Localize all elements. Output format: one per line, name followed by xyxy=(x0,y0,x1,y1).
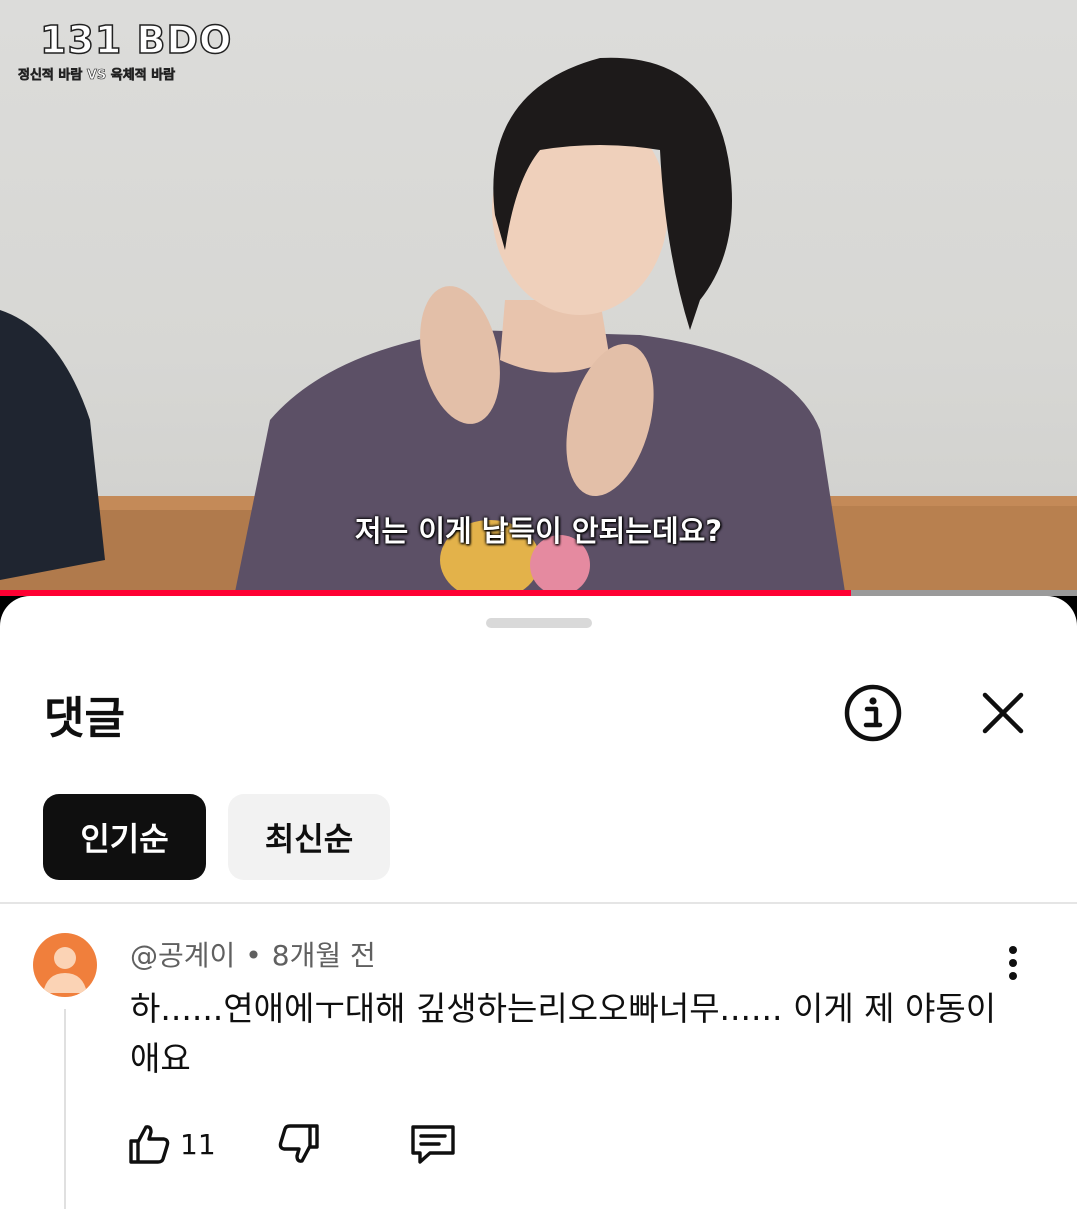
video-frame xyxy=(0,57,1077,592)
more-vertical-icon xyxy=(1009,946,1017,980)
reply-icon xyxy=(411,1125,455,1164)
drag-handle[interactable] xyxy=(486,618,592,628)
watermark-logo: 131 BDO xyxy=(39,18,233,62)
reply-button[interactable] xyxy=(408,1118,458,1170)
like-icon xyxy=(129,1125,170,1164)
info-icon xyxy=(844,684,902,742)
comment-author[interactable]: @공계이 xyxy=(130,939,235,972)
info-button[interactable] xyxy=(840,680,906,746)
comment-text: 하......연애에ㅜ대해 깊생하는리오오빠너무...... 이게 제 야동이애… xyxy=(130,989,997,1078)
divider xyxy=(0,902,1077,904)
channel-watermark: 131 BDO 정신적 바람 VS 육체적 바람 xyxy=(18,18,233,84)
comments-title: 댓글 xyxy=(44,693,125,744)
dislike-button[interactable] xyxy=(276,1118,322,1170)
like-count: 11 xyxy=(180,1127,216,1161)
comment-more-button[interactable] xyxy=(992,942,1034,984)
sort-chip-newest[interactable]: 최신순 xyxy=(228,794,390,880)
comments-sheet: 댓글 인기순 최신순 @공계이 • 8개월 전 하......연애에ㅜ대해 깊생하는… xyxy=(0,596,1077,1216)
close-button[interactable] xyxy=(970,680,1036,746)
comment-time: 8개월 전 xyxy=(271,939,376,972)
watermark-subtitle: 정신적 바람 VS 육체적 바람 xyxy=(18,68,176,84)
sort-chip-top[interactable]: 인기순 xyxy=(43,794,206,880)
avatar[interactable] xyxy=(33,933,97,997)
default-avatar-icon xyxy=(43,947,87,993)
video-player[interactable]: 131 BDO 정신적 바람 VS 육체적 바람 저는 이게 납득이 안되는데요… xyxy=(0,0,1077,592)
comment-meta: @공계이 • 8개월 전 xyxy=(130,934,376,974)
video-caption: 저는 이게 납득이 안되는데요? xyxy=(354,514,723,548)
thread-line xyxy=(64,1009,66,1209)
close-icon xyxy=(982,692,1024,734)
like-button[interactable]: 11 xyxy=(126,1118,216,1170)
meta-separator: • xyxy=(245,939,262,972)
dislike-icon xyxy=(278,1124,319,1163)
